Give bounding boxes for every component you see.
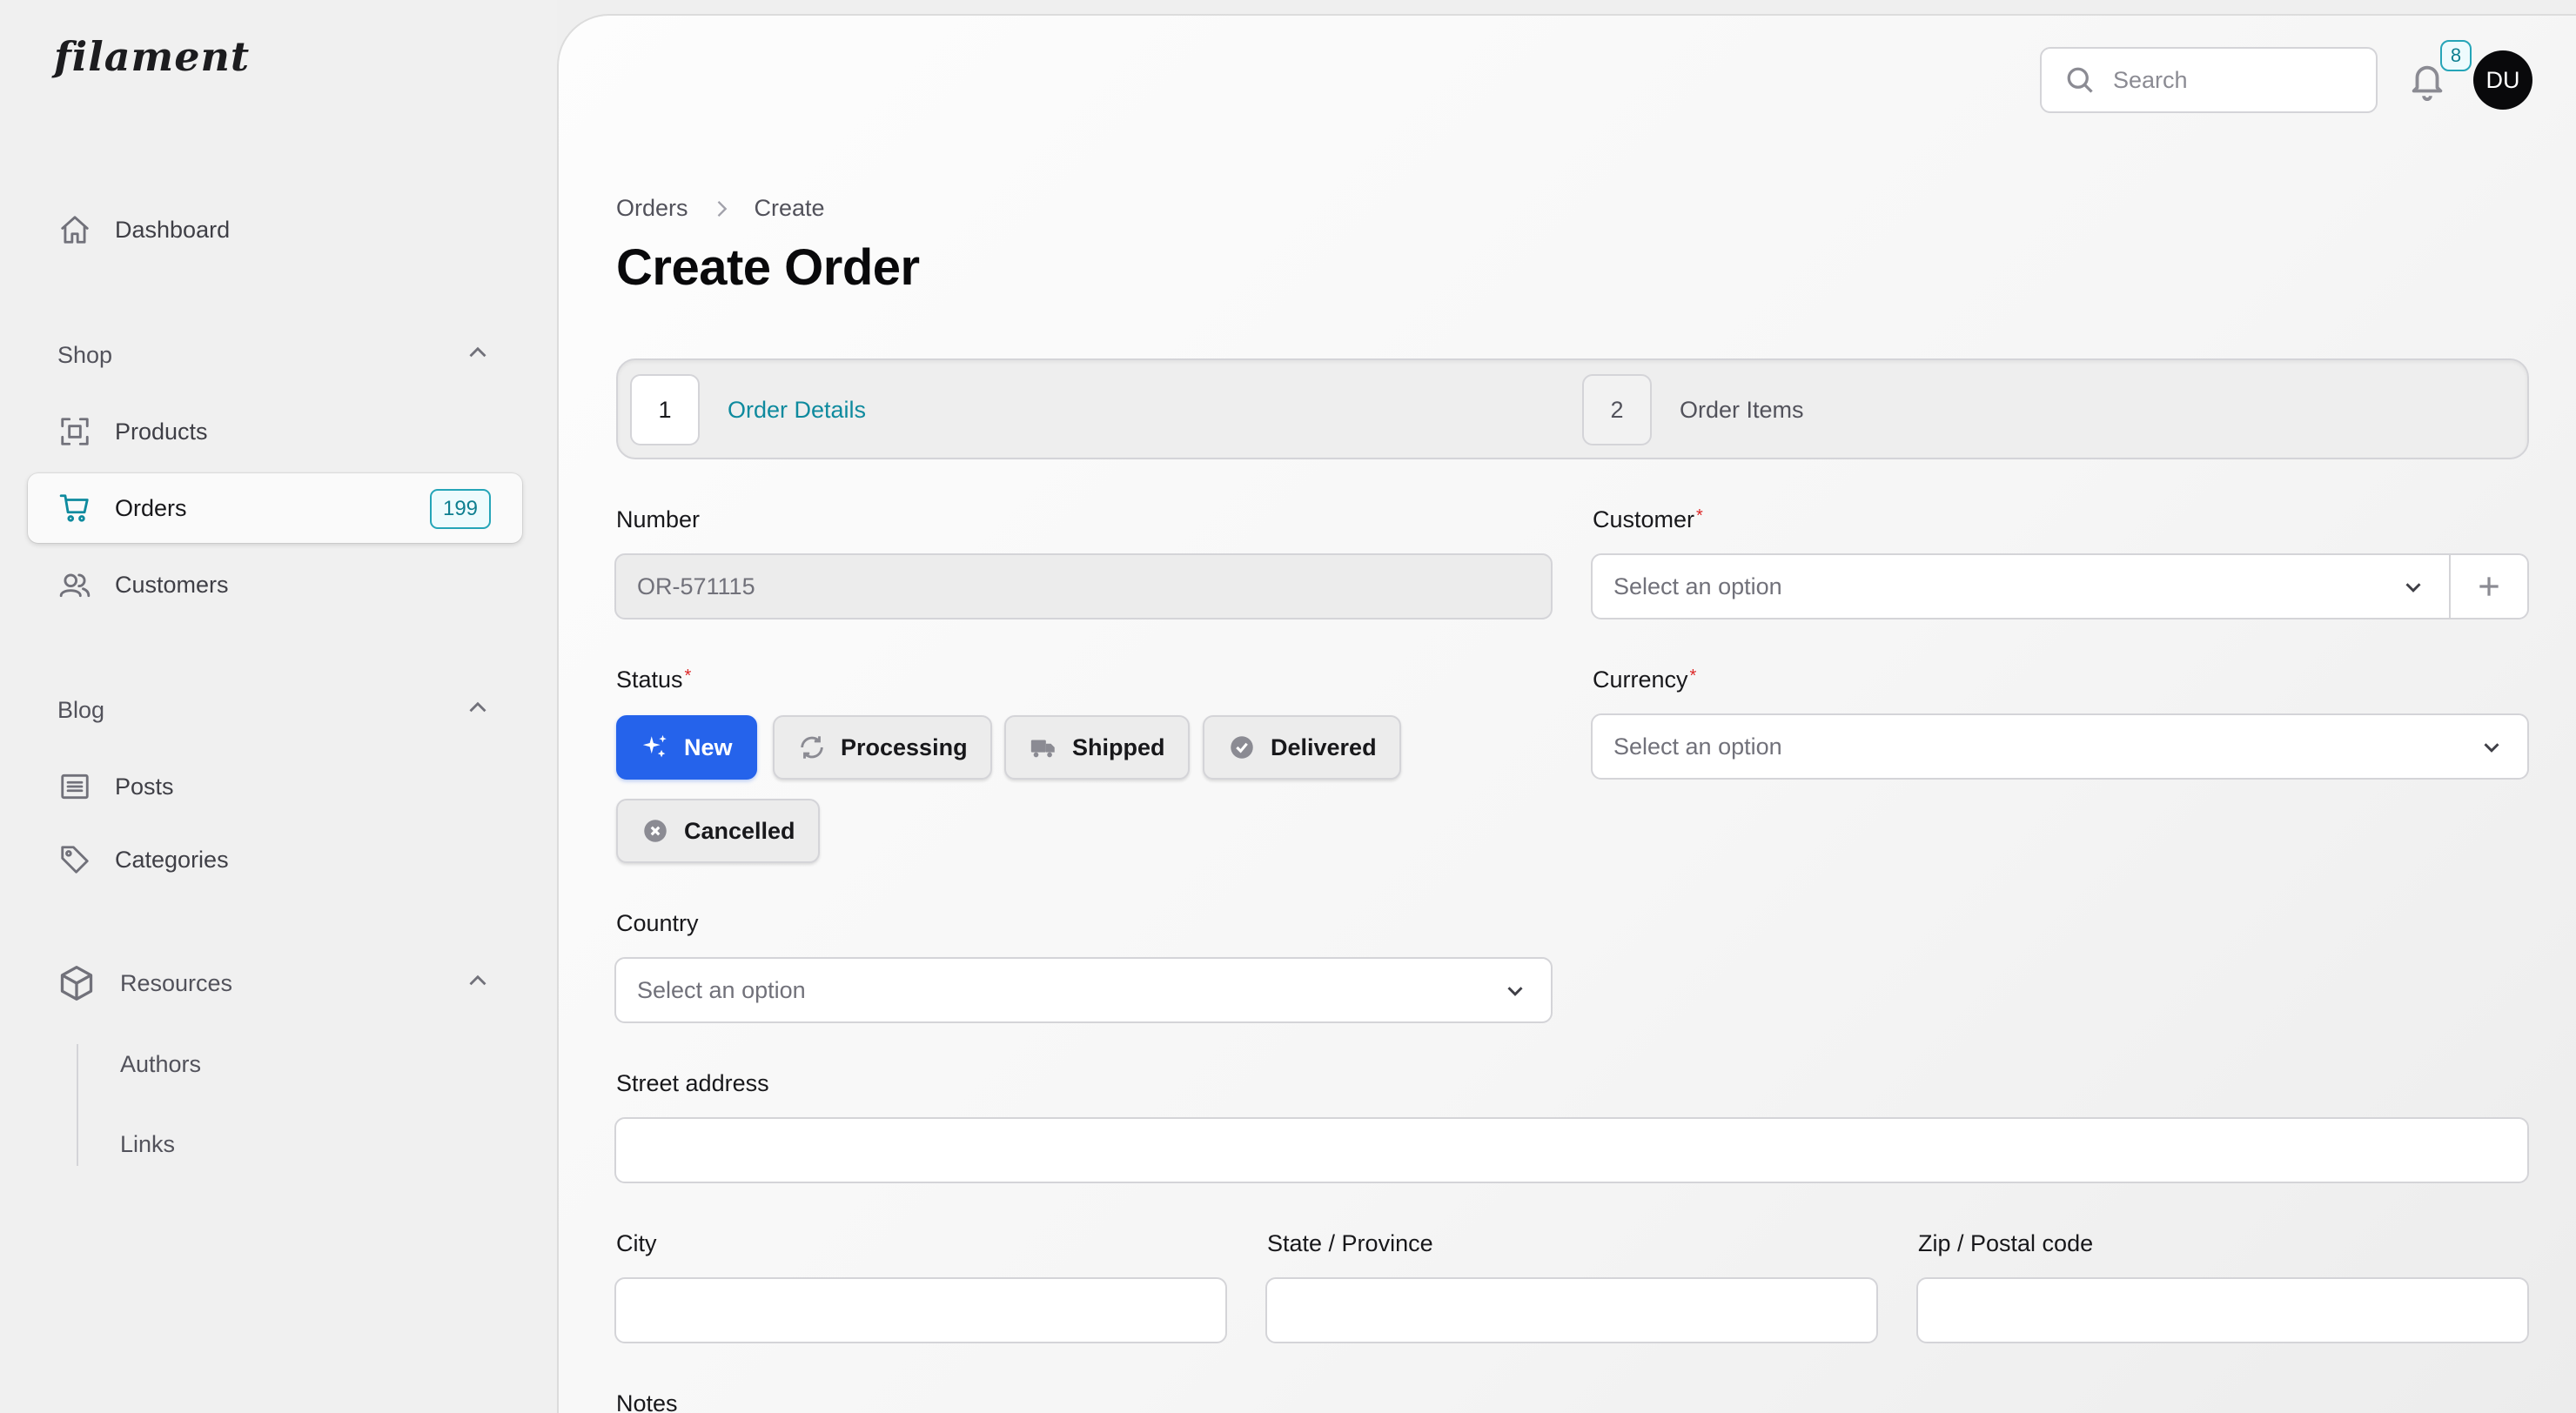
- currency-select[interactable]: Select an option: [1591, 713, 2529, 780]
- group-label: Resources: [57, 964, 232, 1002]
- sidebar-item-links[interactable]: Links: [120, 1131, 175, 1158]
- add-customer-button[interactable]: [2449, 555, 2527, 618]
- users-icon: [57, 567, 92, 602]
- sidebar-group-shop[interactable]: Shop: [57, 338, 493, 373]
- status-shipped-button[interactable]: Shipped: [1004, 715, 1190, 780]
- status-new-button[interactable]: New: [616, 715, 757, 780]
- app-logo[interactable]: filament: [54, 33, 250, 80]
- chevron-up-icon[interactable]: [463, 693, 493, 728]
- chevron-down-icon: [2400, 574, 2426, 606]
- sidebar-item-orders[interactable]: Orders 199: [28, 473, 522, 543]
- cube-icon: [60, 966, 93, 1001]
- tag-icon: [57, 842, 92, 877]
- orders-count-badge: 199: [430, 489, 491, 529]
- step-label: Order Details: [728, 396, 867, 423]
- notifications-badge: 8: [2440, 40, 2472, 71]
- status-cancelled-button[interactable]: Cancelled: [616, 799, 820, 863]
- chevron-up-icon[interactable]: [463, 338, 493, 373]
- group-label: Blog: [57, 697, 105, 723]
- sidebar-item-dashboard[interactable]: Dashboard: [28, 195, 522, 265]
- sidebar-item-label: Customers: [115, 571, 229, 598]
- city-field[interactable]: [614, 1277, 1227, 1343]
- cube-scan-icon: [57, 414, 92, 449]
- document-list-icon: [57, 769, 92, 804]
- state-field[interactable]: [1265, 1277, 1878, 1343]
- status-processing-button[interactable]: Processing: [773, 715, 992, 780]
- number-value: OR-571115: [637, 573, 755, 599]
- step-number: 2: [1582, 374, 1652, 445]
- step-label: Order Items: [1680, 396, 1804, 423]
- sparkles-icon: [642, 734, 667, 758]
- chevron-down-icon: [1502, 978, 1528, 1010]
- wizard-step-order-items[interactable]: 2 Order Items: [1582, 374, 1804, 445]
- page-title: Create Order: [616, 239, 920, 296]
- country-select[interactable]: Select an option: [614, 957, 1553, 1023]
- submenu-divider: [77, 1044, 78, 1166]
- breadcrumb-orders[interactable]: Orders: [616, 195, 688, 222]
- wizard-step-order-details[interactable]: 1 Order Details: [630, 374, 866, 445]
- step-number: 1: [630, 374, 700, 445]
- sidebar-item-categories[interactable]: Categories: [28, 825, 522, 894]
- zip-label: Zip / Postal code: [1918, 1230, 2094, 1256]
- plus-icon: [2479, 577, 2499, 596]
- currency-placeholder: Select an option: [1613, 733, 1782, 760]
- number-label: Number: [616, 506, 701, 532]
- city-label: City: [616, 1230, 657, 1256]
- customer-select[interactable]: Select an option: [1591, 553, 2529, 619]
- shopping-cart-icon: [57, 491, 92, 526]
- sidebar-item-label: Dashboard: [115, 216, 231, 243]
- status-label: Status *: [616, 666, 692, 693]
- refresh-icon: [801, 736, 823, 759]
- x-circle-icon: [644, 820, 667, 842]
- sidebar-item-label: Posts: [115, 773, 174, 800]
- main-panel: Search 8 DU Orders Create Create Order 1…: [557, 14, 2576, 1413]
- sidebar-item-posts[interactable]: Posts: [28, 752, 522, 821]
- street-address-field[interactable]: [614, 1117, 2529, 1183]
- sidebar-item-customers[interactable]: Customers: [28, 550, 522, 619]
- sidebar-group-resources[interactable]: Resources: [57, 964, 493, 1002]
- breadcrumb-create: Create: [754, 195, 825, 221]
- currency-label: Currency *: [1593, 666, 1697, 693]
- search-icon: [2067, 67, 2093, 93]
- customer-label: Customer *: [1593, 506, 1703, 532]
- chevron-down-icon: [2479, 734, 2505, 767]
- check-badge-icon: [1231, 736, 1253, 759]
- search-placeholder: Search: [2113, 66, 2188, 93]
- country-label: Country: [616, 910, 699, 936]
- state-label: State / Province: [1267, 1230, 1433, 1256]
- customer-placeholder: Select an option: [1613, 573, 1782, 599]
- sidebar-item-label: Categories: [115, 846, 229, 873]
- sidebar: filament Dashboard Shop Products Orders …: [0, 0, 557, 1413]
- notes-label: Notes: [616, 1390, 678, 1413]
- country-placeholder: Select an option: [637, 976, 806, 1003]
- group-label: Shop: [57, 342, 113, 368]
- sidebar-item-products[interactable]: Products: [28, 397, 522, 466]
- sidebar-item-label: Orders: [115, 494, 187, 521]
- avatar[interactable]: DU: [2473, 50, 2532, 110]
- search-input[interactable]: Search: [2040, 47, 2378, 113]
- sidebar-item-label: Products: [115, 418, 208, 445]
- status-delivered-button[interactable]: Delivered: [1203, 715, 1401, 780]
- wizard-steps: 1 Order Details 2 Order Items: [616, 358, 2529, 459]
- street-address-label: Street address: [616, 1070, 769, 1096]
- sidebar-item-authors[interactable]: Authors: [120, 1051, 201, 1078]
- breadcrumb: Orders Create: [616, 195, 825, 222]
- chevron-up-icon[interactable]: [463, 966, 493, 1001]
- chevron-right-icon: [717, 200, 727, 217]
- sidebar-group-blog[interactable]: Blog: [57, 693, 493, 728]
- home-icon: [57, 212, 92, 247]
- truck-icon: [1030, 740, 1055, 758]
- number-field: OR-571115: [614, 553, 1553, 619]
- zip-field[interactable]: [1916, 1277, 2529, 1343]
